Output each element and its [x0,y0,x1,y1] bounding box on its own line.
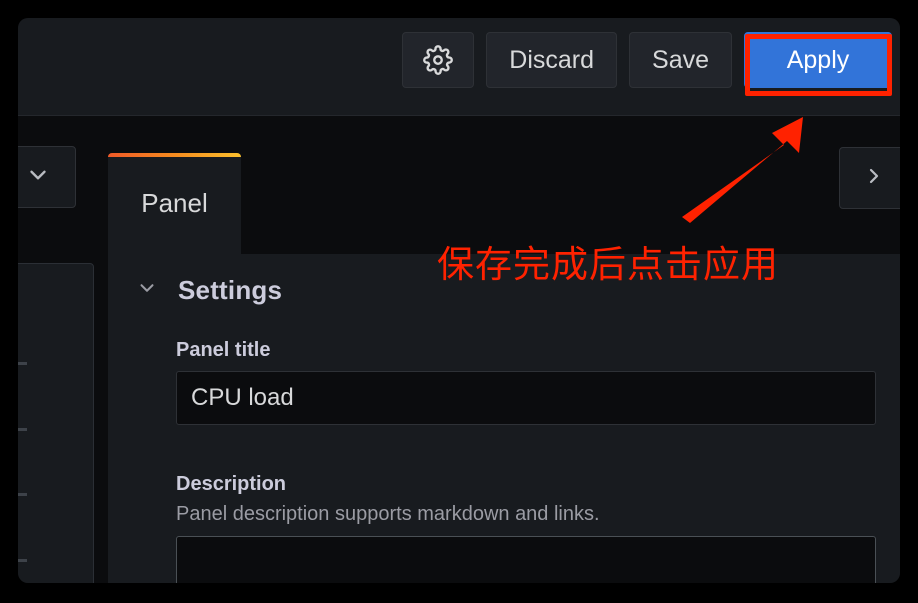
panel-options-pane: Panel Settings Panel title CPU load Desc… [108,117,900,583]
visualization-panel-preview[interactable] [18,263,94,583]
settings-section-header[interactable]: Settings [136,275,282,306]
options-tabbar: Panel [108,117,900,254]
tab-panel-label: Panel [141,188,208,218]
description-label: Description [176,473,287,495]
description-textarea[interactable] [176,536,876,583]
chevron-down-icon [25,162,51,193]
axis-tick [18,362,27,365]
panel-title-field: Panel title [176,339,876,425]
settings-section-title: Settings [178,275,283,305]
options-pane-content: Settings Panel title Description Panel d… [108,254,900,583]
chevron-right-icon [862,164,886,193]
dashboard-left-column [18,117,108,583]
panel-title-input[interactable] [176,371,876,425]
axis-tick [18,493,27,496]
editor-body: Panel Settings Panel title CPU load Desc… [18,117,900,583]
chevron-down-icon [136,277,158,304]
axis-tick [18,428,27,431]
panel-title-label: Panel title [176,339,271,361]
description-help-text: Panel description supports markdown and … [176,503,600,525]
panel-editor-window: Discard Save Apply Panel Settings Panel … [18,18,900,583]
discard-button[interactable]: Discard [486,32,618,88]
tab-panel[interactable]: Panel [108,153,241,254]
collapse-pane-button[interactable] [18,146,76,208]
expand-pane-button[interactable] [839,147,900,209]
description-field: Description Panel description supports m… [176,473,876,583]
panel-settings-button[interactable] [402,32,475,88]
gear-icon [423,45,454,75]
axis-tick [18,559,27,562]
apply-button[interactable]: Apply [744,32,892,88]
tabbar-spacer [241,153,900,254]
toolbar-actions: Discard Save Apply [402,32,892,88]
editor-toolbar: Discard Save Apply [18,18,900,116]
save-button[interactable]: Save [629,32,732,88]
